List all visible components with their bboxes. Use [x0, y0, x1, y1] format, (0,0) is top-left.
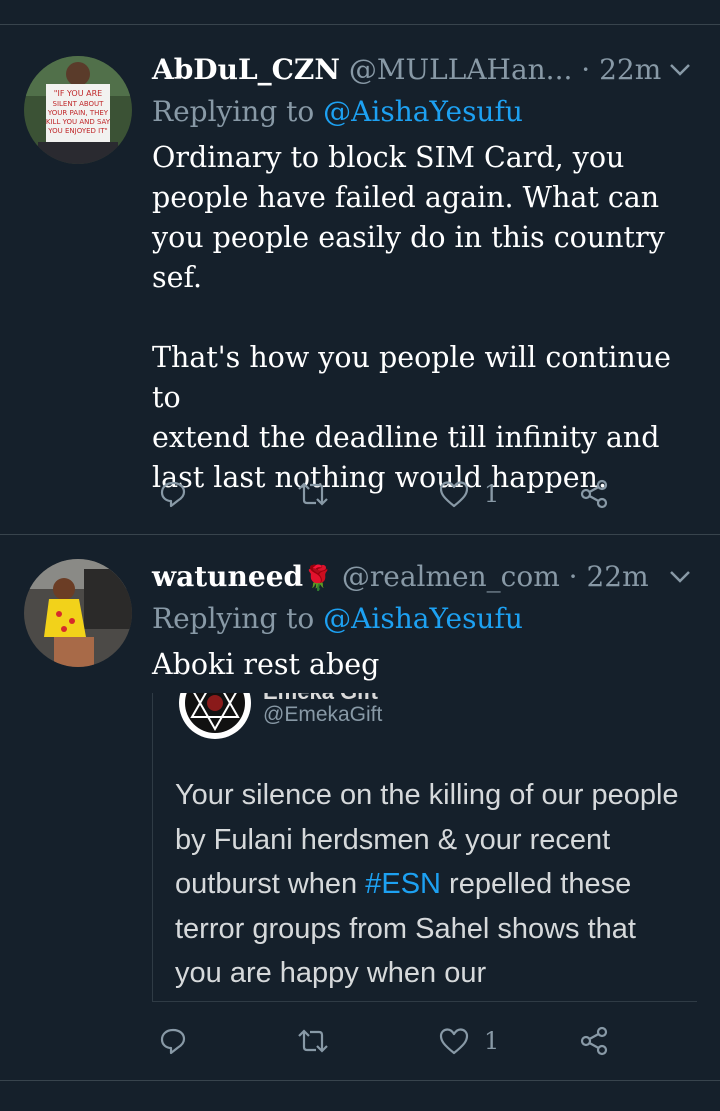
reply-prefix: Replying to	[152, 602, 324, 635]
tweet-2[interactable]: watuneed🌹 @realmen_com · 22m Replying to…	[0, 535, 720, 1081]
embedded-avatar	[179, 693, 251, 739]
retweet-button[interactable]	[296, 1021, 330, 1061]
like-button[interactable]: 1	[438, 1021, 499, 1061]
reply-icon	[160, 1028, 186, 1055]
share-icon	[580, 479, 608, 509]
display-name[interactable]: AbDuL_CZN	[152, 53, 340, 86]
tweet-header: AbDuL_CZN @MULLAHan... · 22m	[152, 52, 700, 88]
reply-prefix: Replying to	[152, 95, 324, 128]
share-button[interactable]	[578, 474, 610, 514]
reply-button[interactable]	[158, 1021, 188, 1061]
avatar[interactable]: "IF YOU ARE SILENT ABOUT YOUR PAIN, THEY…	[24, 56, 132, 164]
reply-mention[interactable]: @AishaYesufu	[323, 95, 523, 128]
chevron-down-icon[interactable]	[666, 559, 694, 595]
separator-dot: ·	[581, 53, 591, 86]
chevron-down-icon[interactable]	[666, 52, 694, 88]
avatar[interactable]	[24, 559, 132, 667]
tweet-divider	[0, 1080, 720, 1081]
reply-icon	[160, 481, 186, 508]
avatar-sign-line-3: YOUR PAIN, THEY	[47, 109, 109, 117]
avatar-image: "IF YOU ARE SILENT ABOUT YOUR PAIN, THEY…	[24, 56, 132, 164]
display-name[interactable]: watuneed	[152, 560, 303, 593]
timestamp[interactable]: 22m	[599, 53, 661, 86]
like-count: 1	[484, 1027, 500, 1055]
avatar-sign-line-2: SILENT ABOUT	[53, 100, 105, 108]
separator-dot: ·	[568, 560, 578, 593]
tweet-text: Ordinary to block SIM Card, you people h…	[152, 141, 671, 494]
avatar-image	[24, 559, 132, 667]
retweet-icon	[298, 482, 328, 506]
like-count: 1	[484, 480, 500, 508]
tweet-actions: 1	[152, 474, 622, 514]
share-button[interactable]	[578, 1021, 610, 1061]
avatar-sign-line-5: YOU ENJOYED IT"	[47, 127, 107, 135]
embedded-handle: @EmekaGift	[263, 703, 383, 726]
like-icon	[439, 481, 469, 508]
reply-button[interactable]	[158, 474, 188, 514]
tweet-1[interactable]: "IF YOU ARE SILENT ABOUT YOUR PAIN, THEY…	[0, 0, 720, 535]
rose-emoji: 🌹	[303, 564, 333, 592]
tweet-header: watuneed🌹 @realmen_com · 22m	[152, 559, 700, 595]
user-handle[interactable]: @MULLAHan...	[349, 53, 573, 86]
reply-context: Replying to @AishaYesufu	[152, 94, 523, 130]
retweet-button[interactable]	[296, 474, 330, 514]
like-button[interactable]: 1	[438, 474, 499, 514]
share-icon	[580, 1026, 608, 1056]
reply-context: Replying to @AishaYesufu	[152, 601, 523, 637]
embedded-text: Your silence on the killing of our peopl…	[175, 773, 685, 996]
user-handle[interactable]: @realmen_com	[342, 560, 560, 593]
embedded-image[interactable]: Emeka Gift @EmekaGift Your silence on th…	[152, 693, 697, 1002]
avatar-sign-line-4: KILL YOU AND SAY	[46, 118, 111, 126]
reply-mention[interactable]: @AishaYesufu	[323, 602, 523, 635]
tweet-actions: 1	[152, 1021, 622, 1061]
avatar-sign-line-1: "IF YOU ARE	[54, 89, 102, 98]
like-icon	[439, 1028, 469, 1055]
tweet-text: Aboki rest abeg	[152, 648, 380, 681]
retweet-icon	[298, 1029, 328, 1053]
timestamp[interactable]: 22m	[586, 560, 648, 593]
embedded-hashtag[interactable]: #ESN	[365, 868, 441, 900]
